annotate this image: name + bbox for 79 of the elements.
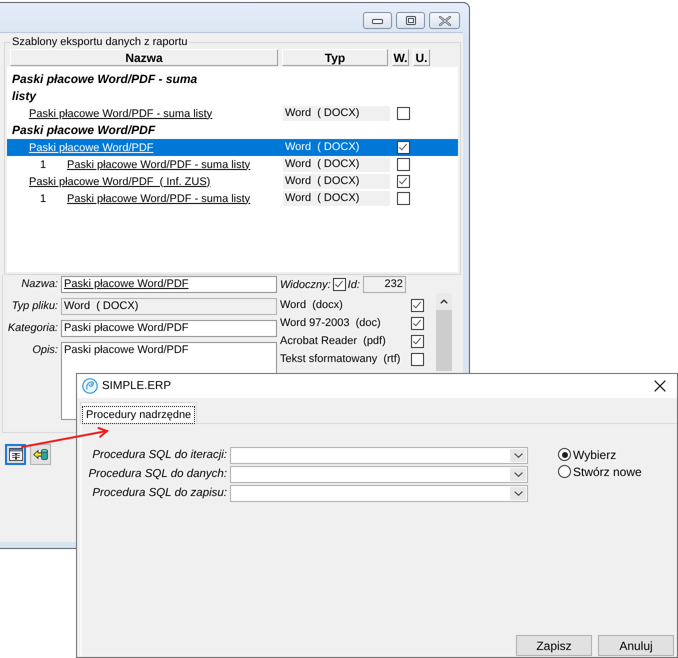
- chevron-down-icon: [514, 453, 522, 458]
- scrollbar-thumb[interactable]: [436, 310, 452, 371]
- group-caption: Szablony eksportu danych z raportu: [11, 36, 188, 49]
- field-label: Widoczny:: [280, 278, 331, 290]
- row-number: 1: [40, 158, 46, 170]
- column-header[interactable]: W.: [392, 49, 409, 66]
- column-header[interactable]: Typ: [282, 49, 388, 66]
- type-cell: Word ( DOCX): [283, 106, 390, 121]
- format-label: Acrobat Reader (pdf): [280, 335, 386, 347]
- toolbar-button[interactable]: [30, 444, 51, 465]
- table-row[interactable]: 1 Paski płacowe Word/PDF - suma listy Word ( DOCX): [7, 190, 458, 207]
- close-icon: [654, 380, 666, 392]
- maximize-button[interactable]: [396, 12, 425, 29]
- checkbox[interactable]: [411, 298, 424, 312]
- arrow-database-icon: [33, 448, 48, 461]
- chevron-down-icon: [514, 472, 522, 477]
- table-row[interactable]: Paski płacowe Word/PDF ( Inf. ZUS) Word ( DOCX): [7, 173, 458, 190]
- field-label: Nazwa:: [21, 277, 58, 292]
- field-label: Procedura SQL do zapisu:: [92, 486, 227, 501]
- tab[interactable]: Procedury nadrzędne: [80, 402, 198, 424]
- window-title: SIMPLE.ERP: [102, 380, 172, 392]
- checkbox[interactable]: [397, 158, 410, 171]
- table-row[interactable]: Paski płacowe Word/PDF Word ( DOCX): [7, 139, 458, 156]
- checkbox[interactable]: [397, 175, 410, 188]
- field-label: Procedura SQL do danych:: [88, 467, 227, 482]
- format-label: Tekst sformatowany (rtf): [280, 353, 400, 365]
- radio-button[interactable]: [558, 465, 571, 478]
- dropdown-button[interactable]: [510, 468, 526, 481]
- checkbox[interactable]: [411, 316, 424, 330]
- chevron-down-icon: [514, 491, 522, 496]
- toolbar-button[interactable]: [5, 444, 26, 465]
- close-icon: [438, 16, 450, 26]
- name-field[interactable]: Paski płacowe Word/PDF: [61, 276, 277, 293]
- type-cell-text: Word ( DOCX): [284, 140, 360, 155]
- category-field[interactable]: Paski płacowe Word/PDF: [61, 320, 277, 337]
- chevron-up-icon: [440, 298, 448, 304]
- minimize-icon: [372, 18, 383, 24]
- radio-label: Wybierz: [573, 448, 616, 462]
- type-cell: Word ( DOCX): [283, 174, 390, 189]
- format-label: Word (docx): [280, 299, 343, 311]
- list-window-icon: [8, 448, 22, 461]
- format-label: Word 97-2003 (doc): [280, 317, 381, 329]
- template-link[interactable]: Paski płacowe Word/PDF ( Inf. ZUS): [29, 176, 210, 188]
- dropdown-button[interactable]: [510, 449, 526, 462]
- type-cell: Word ( DOCX): [283, 191, 390, 206]
- field-label: Opis:: [32, 343, 58, 358]
- column-header[interactable]: Nazwa: [10, 49, 278, 66]
- field-label: Procedura SQL do iteracji:: [92, 448, 227, 463]
- checkbox[interactable]: [411, 352, 424, 366]
- group-header: Paski płacowe Word/PDF: [12, 122, 156, 139]
- radio-label: Stwórz nowe: [573, 464, 642, 478]
- scrollbar[interactable]: [436, 293, 452, 371]
- checkbox[interactable]: [332, 278, 346, 291]
- close-button[interactable]: [429, 12, 460, 29]
- template-link[interactable]: Paski płacowe Word/PDF: [29, 142, 154, 154]
- minimize-button[interactable]: [363, 12, 392, 29]
- template-link[interactable]: Paski płacowe Word/PDF - suma listy: [67, 192, 250, 204]
- id-field[interactable]: 232: [362, 276, 406, 293]
- template-link[interactable]: Paski płacowe Word/PDF - suma listy: [67, 158, 250, 170]
- checkbox[interactable]: [397, 192, 410, 205]
- type-cell: Word ( DOCX): [283, 157, 390, 172]
- table-row[interactable]: Paski płacowe Word/PDF - suma listy Word ( DOCX): [7, 105, 458, 122]
- dropdown-button[interactable]: [510, 487, 526, 500]
- dialog-button[interactable]: Zapisz: [516, 635, 592, 656]
- checkbox[interactable]: [397, 141, 410, 154]
- checkbox[interactable]: [411, 334, 424, 348]
- logo-icon: [82, 378, 98, 394]
- template-link[interactable]: Paski płacowe Word/PDF - suma listy: [29, 108, 212, 120]
- field-label: Typ pliku:: [12, 299, 58, 314]
- radio-button[interactable]: [558, 448, 571, 461]
- checkbox[interactable]: [397, 107, 410, 120]
- row-number: 1: [40, 192, 46, 204]
- column-header[interactable]: U.: [413, 49, 430, 66]
- maximize-icon: [406, 16, 416, 25]
- field-label: Id:: [348, 278, 360, 290]
- dialog-button[interactable]: Anuluj: [598, 635, 674, 656]
- table-row[interactable]: 1 Paski płacowe Word/PDF - suma listy Word ( DOCX): [7, 156, 458, 173]
- field-label: Kategoria:: [8, 321, 58, 336]
- group-header: Paski płacowe Word/PDF - suma listy: [12, 71, 198, 105]
